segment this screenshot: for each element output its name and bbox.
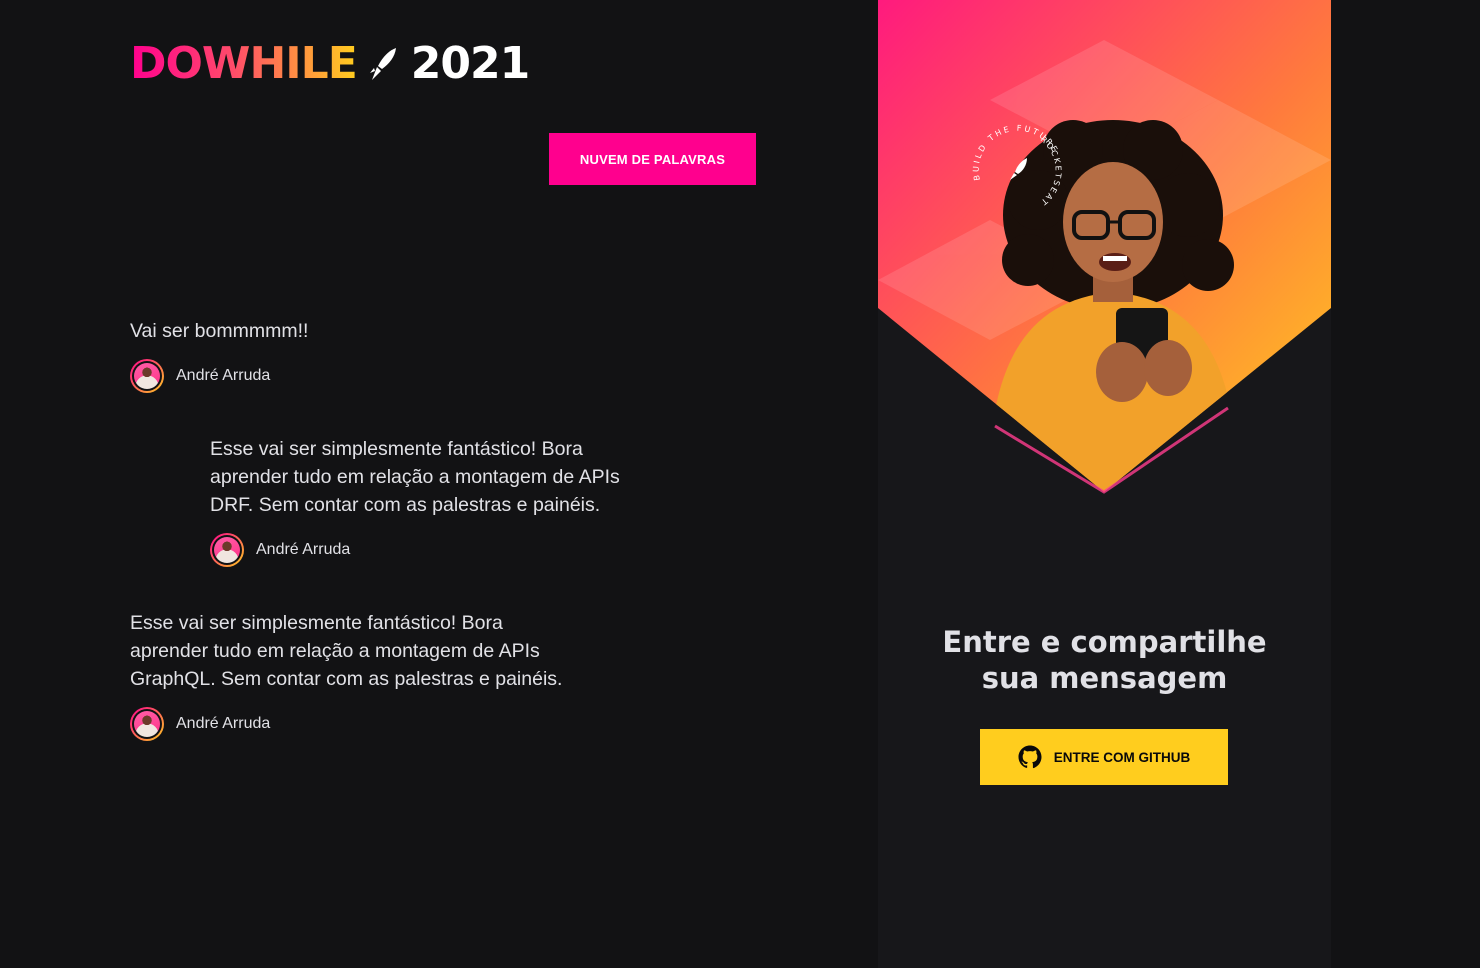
message-item: Esse vai ser simplesmente fantástico! Bo…: [210, 435, 650, 567]
avatar: [130, 359, 164, 393]
message-text: Esse vai ser simplesmente fantástico! Bo…: [130, 612, 563, 690]
author-name: André Arruda: [256, 541, 351, 558]
hero-banner: BUILD THE FUTURE ROCKETSEAT: [878, 0, 1331, 494]
message-author: André Arruda: [210, 533, 650, 567]
github-icon: [1018, 745, 1042, 769]
avatar: [130, 707, 164, 741]
message-author: André Arruda: [130, 707, 570, 741]
github-button-label: ENTRE COM GITHUB: [1053, 749, 1191, 765]
cta-title-line1: Entre e compartilhe: [942, 625, 1267, 659]
author-name: André Arruda: [176, 367, 271, 384]
avatar: [210, 533, 244, 567]
logo-year: 2021: [410, 38, 530, 89]
cta-title-line2: sua mensagem: [981, 661, 1228, 695]
author-name: André Arruda: [176, 715, 271, 732]
rocket-icon: [369, 48, 396, 80]
login-panel: BUILD THE FUTURE ROCKETSEAT Entre e comp…: [878, 0, 1331, 968]
logo-wordmark: DOWHILE: [130, 38, 358, 89]
message-author: André Arruda: [130, 359, 570, 393]
message-text: Esse vai ser simplesmente fantástico! Bo…: [210, 438, 620, 516]
message-item: Esse vai ser simplesmente fantástico! Bo…: [130, 609, 570, 741]
word-cloud-button[interactable]: NUVEM DE PALAVRAS: [549, 133, 756, 185]
cta-title: Entre e compartilhe sua mensagem: [878, 624, 1331, 696]
message-item: Vai ser bommmmm!! André Arruda: [130, 317, 570, 393]
message-text: Vai ser bommmmm!!: [130, 320, 309, 342]
github-login-button[interactable]: ENTRE COM GITHUB: [980, 729, 1228, 785]
dowhile-logo: DOWHILE 2021: [130, 38, 530, 89]
